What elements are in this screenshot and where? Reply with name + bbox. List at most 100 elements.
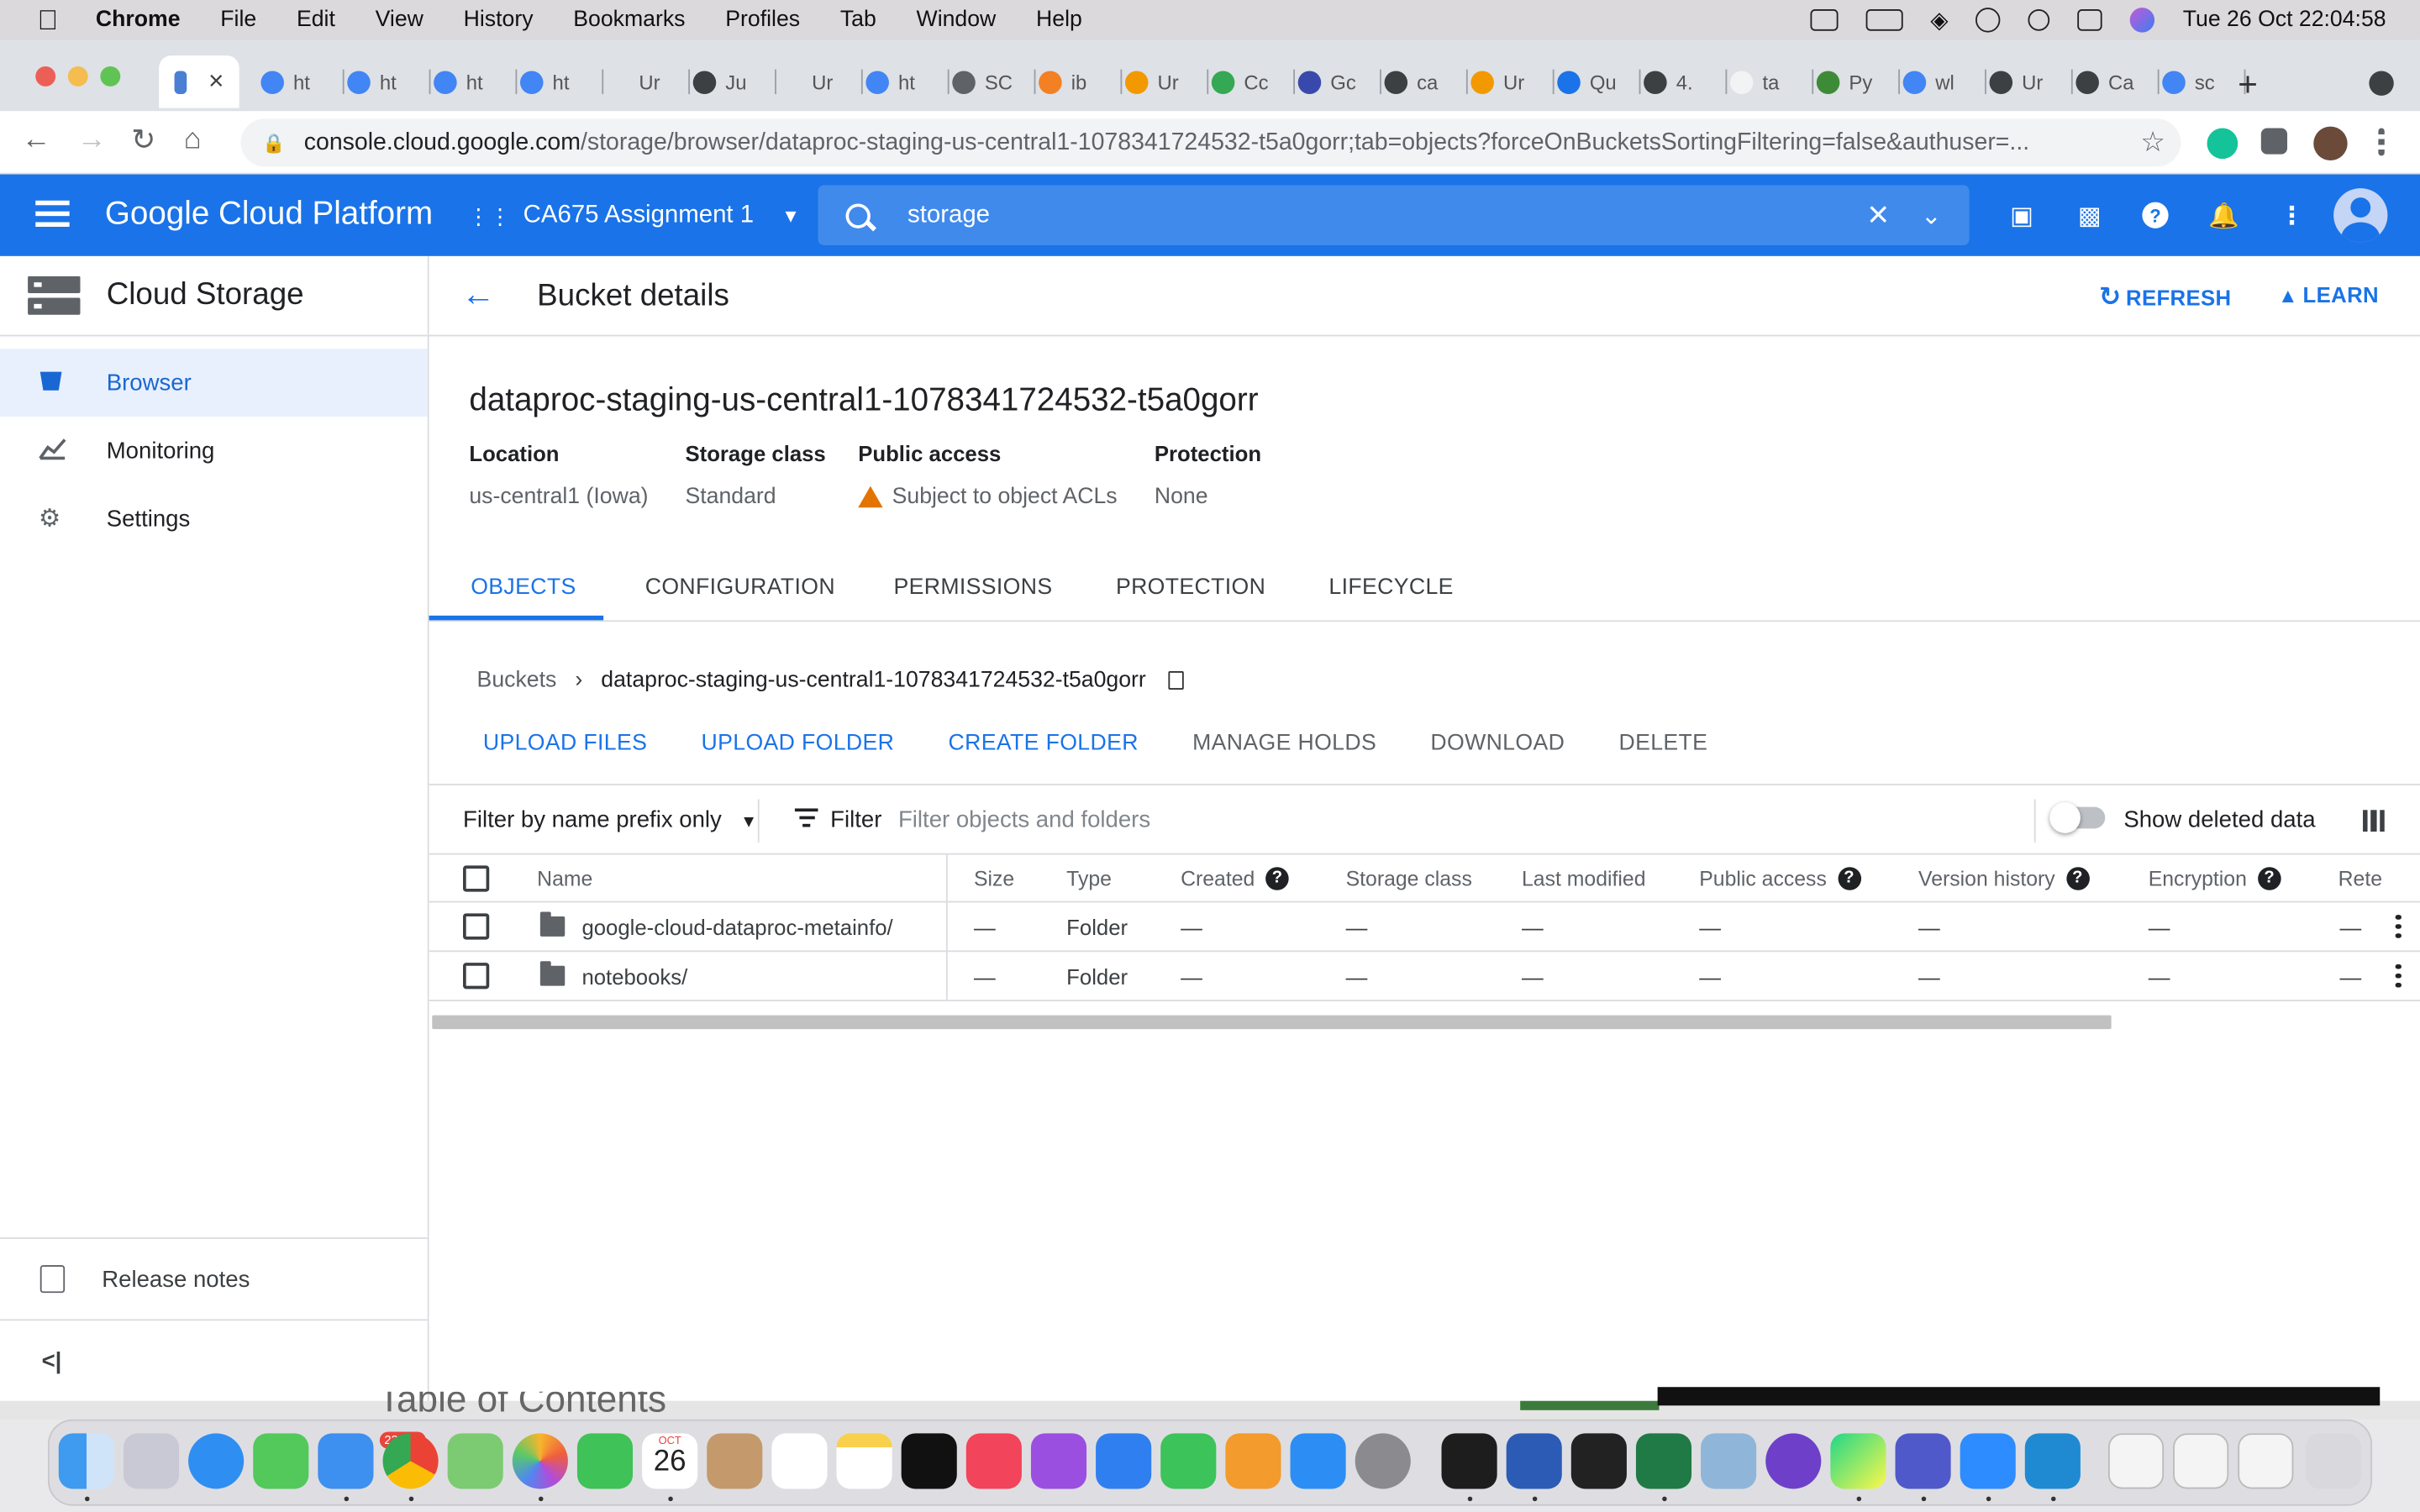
close-tab-icon[interactable]: × [208, 66, 224, 97]
browser-tab[interactable]: ta [1718, 55, 1814, 108]
new-tab-button[interactable]: + [2238, 65, 2258, 105]
row-more-icon[interactable] [2395, 914, 2402, 939]
menu-help[interactable]: Help [1016, 8, 1102, 32]
contacts-icon[interactable] [707, 1433, 763, 1489]
terminal-icon[interactable] [1441, 1433, 1497, 1489]
column-header-public-access[interactable]: Public access? [1699, 855, 1861, 901]
browser-tab[interactable]: Ju [681, 55, 776, 108]
browser-tab[interactable]: Ur [767, 55, 863, 108]
trash-icon[interactable] [2306, 1433, 2362, 1489]
address-bar[interactable]: 🔒 console.cloud.google.com /storage/brow… [240, 118, 2181, 167]
home-icon[interactable]: ⌂ [184, 123, 202, 157]
browser-tab[interactable]: Py [1804, 55, 1901, 108]
browser-tab[interactable]: Cc [1199, 55, 1296, 108]
browser-tab[interactable]: wl [1891, 55, 1986, 108]
battery-icon[interactable] [1865, 9, 1903, 31]
menu-edit[interactable]: Edit [276, 8, 355, 32]
delete-button[interactable]: DELETE [1618, 732, 1707, 756]
chrome-menu-icon[interactable] [2378, 128, 2385, 156]
safari-icon[interactable] [188, 1433, 245, 1489]
create-folder-button[interactable]: CREATE FOLDER [949, 732, 1139, 756]
browser-tab[interactable]: Ur [1113, 55, 1209, 108]
sidebar-item-monitoring[interactable]: Monitoring [0, 417, 428, 485]
preview-icon[interactable] [1701, 1433, 1757, 1489]
release-notes-link[interactable]: Release notes [0, 1237, 428, 1319]
messages-icon[interactable] [253, 1433, 309, 1489]
browser-tab[interactable]: Ur [594, 55, 691, 108]
document-stack-icon[interactable] [2238, 1433, 2294, 1489]
hamburger-menu-icon[interactable] [35, 200, 70, 234]
upload-files-button[interactable]: UPLOAD FILES [483, 732, 647, 756]
system-preferences-icon[interactable] [1355, 1433, 1411, 1489]
browser-tab[interactable]: ca [1372, 55, 1468, 108]
table-row[interactable]: notebooks/ — Folder — — — — — — — [429, 952, 2420, 1002]
maps-icon[interactable] [447, 1433, 503, 1489]
menu-tab[interactable]: Tab [820, 8, 897, 32]
learn-button[interactable]: ▲ LEARN [2278, 282, 2379, 307]
menu-history[interactable]: History [444, 8, 554, 32]
zoom-icon[interactable] [1960, 1433, 2016, 1489]
search-input[interactable] [907, 201, 1772, 229]
minimize-window-button[interactable] [67, 66, 88, 87]
object-name-link[interactable]: notebooks/ [539, 952, 687, 1000]
help-icon[interactable]: ? [2065, 866, 2090, 890]
extensions-puzzle-icon[interactable] [2260, 128, 2288, 155]
calendar-icon[interactable]: OCT 26 [642, 1433, 698, 1489]
tab-configuration[interactable]: CONFIGURATION [645, 575, 835, 600]
filter-button[interactable]: Filter [794, 807, 881, 833]
grammarly-extension-icon[interactable] [2207, 128, 2238, 160]
browser-tab[interactable]: ht [249, 55, 345, 108]
pages-icon[interactable] [1225, 1433, 1281, 1489]
activity-monitor-icon[interactable] [1570, 1433, 1627, 1489]
github-desktop-icon[interactable] [1765, 1433, 1822, 1489]
upload-folder-button[interactable]: UPLOAD FOLDER [702, 732, 895, 756]
download-button[interactable]: DOWNLOAD [1430, 732, 1565, 756]
lock-icon[interactable]: 🔒 [262, 132, 285, 154]
photos-icon[interactable] [512, 1433, 568, 1489]
profile-avatar-icon[interactable] [2313, 126, 2348, 161]
row-checkbox[interactable] [463, 963, 490, 990]
keynote-icon[interactable] [1096, 1433, 1152, 1489]
column-header-version-history[interactable]: Version history? [1918, 855, 2090, 901]
browser-tab[interactable]: ht [854, 55, 950, 108]
column-header-size[interactable]: Size [974, 855, 1014, 901]
launchpad-icon[interactable] [123, 1433, 180, 1489]
menu-view[interactable]: View [355, 8, 444, 32]
copy-icon[interactable] [1167, 670, 1183, 690]
table-row[interactable]: google-cloud-dataproc-metainfo/ — Folder… [429, 902, 2420, 953]
word-icon[interactable] [1506, 1433, 1562, 1489]
excel-icon[interactable] [1635, 1433, 1692, 1489]
apple-tv-icon[interactable] [901, 1433, 957, 1489]
filter-mode-select[interactable]: Filter by name prefix only ▼ [463, 807, 757, 833]
siri-icon[interactable] [2130, 8, 2155, 33]
screen-record-icon[interactable] [1810, 9, 1839, 31]
menu-bookmarks[interactable]: Bookmarks [553, 8, 705, 32]
browser-tab[interactable]: Ur [1459, 55, 1555, 108]
browser-tab[interactable]: ht [335, 55, 431, 108]
music-icon[interactable] [965, 1433, 1022, 1489]
search-bar[interactable]: × ⌄ [818, 185, 1970, 246]
tab-protection[interactable]: PROTECTION [1116, 575, 1265, 600]
forward-icon[interactable]: → [77, 123, 107, 157]
browser-tab[interactable]: Ca [2064, 55, 2160, 108]
account-avatar[interactable] [2333, 188, 2388, 243]
column-header-retention[interactable]: Rete [2338, 855, 2382, 901]
clear-search-icon[interactable]: × [1867, 194, 1889, 237]
menu-app-name[interactable]: Chrome [96, 8, 201, 32]
close-window-button[interactable] [35, 66, 56, 87]
mail-icon[interactable] [318, 1433, 374, 1489]
browser-tab[interactable]: ib [1026, 55, 1123, 108]
menubar-clock[interactable]: Tue 26 Oct 22:04:58 [2183, 8, 2386, 32]
notes-icon[interactable] [836, 1433, 892, 1489]
column-header-type[interactable]: Type [1066, 855, 1112, 901]
breadcrumb-buckets-link[interactable]: Buckets [477, 668, 557, 692]
help-icon[interactable]: ? [1837, 866, 1861, 890]
teams-icon[interactable] [1895, 1433, 1951, 1489]
user-switch-icon[interactable] [1975, 8, 2002, 33]
reminders-icon[interactable] [771, 1433, 828, 1489]
spotlight-icon[interactable] [2028, 9, 2050, 31]
menu-profiles[interactable]: Profiles [705, 8, 820, 32]
cloud-shell-icon[interactable]: ▩ [2075, 201, 2106, 232]
tab-lifecycle[interactable]: LIFECYCLE [1328, 575, 1453, 600]
help-icon[interactable]: ? [1265, 866, 1289, 890]
